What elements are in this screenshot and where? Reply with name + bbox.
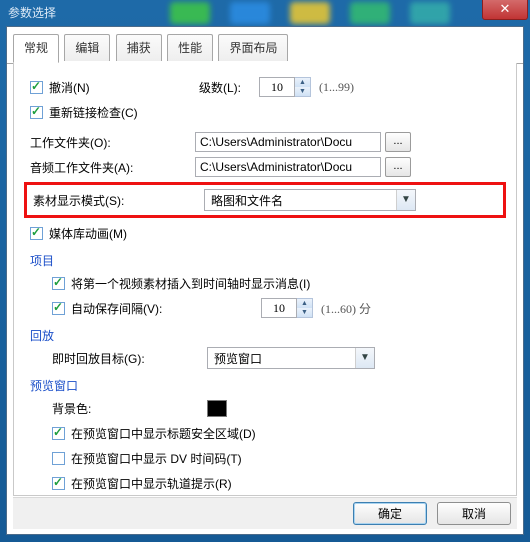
workdir-label: 工作文件夹(O): <box>30 134 195 151</box>
autosave-input[interactable] <box>261 298 297 318</box>
tab-perf[interactable]: 性能 <box>167 34 213 61</box>
levels-hint: (1...99) <box>319 80 354 95</box>
title-bar: 参数选择 <box>0 0 530 26</box>
autosave-hint: (1...60) 分 <box>321 300 371 317</box>
section-preview: 预览窗口 <box>30 377 500 394</box>
tab-strip: 常规 编辑 捕获 性能 界面布局 <box>7 27 523 64</box>
autosave-checkbox[interactable] <box>52 302 65 315</box>
playback-target-value: 预览窗口 <box>208 350 355 367</box>
media-anim-checkbox[interactable] <box>30 227 43 240</box>
autosave-spin-buttons[interactable]: ▲▼ <box>297 298 313 318</box>
tab-edit[interactable]: 编辑 <box>64 34 110 61</box>
relink-checkbox[interactable] <box>30 106 43 119</box>
chevron-down-icon: ▼ <box>396 190 415 210</box>
undo-checkbox[interactable] <box>30 81 43 94</box>
display-mode-select[interactable]: 略图和文件名 ▼ <box>204 189 416 211</box>
firstclip-checkbox[interactable] <box>52 277 65 290</box>
workdir-browse-button[interactable]: ... <box>385 132 411 152</box>
levels-label: 级数(L): <box>199 79 259 96</box>
section-playback: 回放 <box>30 327 500 344</box>
tab-general[interactable]: 常规 <box>13 34 59 63</box>
bgcolor-swatch[interactable] <box>207 400 227 417</box>
track-tip-checkbox[interactable] <box>52 477 65 490</box>
media-anim-label: 媒体库动画(M) <box>49 225 127 242</box>
button-bar: 确定 取消 <box>13 497 517 529</box>
workdir-input[interactable] <box>195 132 381 152</box>
firstclip-label: 将第一个视频素材插入到时间轴时显示消息(I) <box>71 275 310 292</box>
dialog-client: 常规 编辑 捕获 性能 界面布局 撤消(N) 级数(L): ▲▼ (1...99… <box>6 26 524 535</box>
relink-label: 重新链接检查(C) <box>49 104 138 121</box>
page-general: 撤消(N) 级数(L): ▲▼ (1...99) 重新链接检查(C) 工作文件夹… <box>13 63 517 496</box>
tab-capture[interactable]: 捕获 <box>116 34 162 61</box>
undo-label: 撤消(N) <box>49 79 199 96</box>
section-project: 项目 <box>30 252 500 269</box>
title-safe-checkbox[interactable] <box>52 427 65 440</box>
audiodir-browse-button[interactable]: ... <box>385 157 411 177</box>
playback-target-select[interactable]: 预览窗口 ▼ <box>207 347 375 369</box>
levels-spin-buttons[interactable]: ▲▼ <box>295 77 311 97</box>
audiodir-input[interactable] <box>195 157 381 177</box>
display-mode-label: 素材显示模式(S): <box>33 192 204 209</box>
autosave-spinner[interactable]: ▲▼ <box>261 298 313 318</box>
levels-spinner[interactable]: ▲▼ <box>259 77 311 97</box>
display-mode-value: 略图和文件名 <box>205 192 396 209</box>
close-button[interactable]: ✕ <box>482 0 528 20</box>
track-tip-label: 在预览窗口中显示轨道提示(R) <box>71 475 232 492</box>
levels-input[interactable] <box>259 77 295 97</box>
cancel-button[interactable]: 取消 <box>437 502 511 525</box>
highlight-box: 素材显示模式(S): 略图和文件名 ▼ <box>24 182 506 218</box>
audiodir-label: 音频工作文件夹(A): <box>30 159 195 176</box>
ok-button[interactable]: 确定 <box>353 502 427 525</box>
title-safe-label: 在预览窗口中显示标题安全区域(D) <box>71 425 256 442</box>
dv-tc-checkbox[interactable] <box>52 452 65 465</box>
window-title: 参数选择 <box>8 6 56 20</box>
bgcolor-label: 背景色: <box>52 400 207 417</box>
tab-layout[interactable]: 界面布局 <box>218 34 288 61</box>
autosave-label: 自动保存间隔(V): <box>71 300 261 317</box>
playback-target-label: 即时回放目标(G): <box>52 350 207 367</box>
dv-tc-label: 在预览窗口中显示 DV 时间码(T) <box>71 450 242 467</box>
chevron-down-icon: ▼ <box>355 348 374 368</box>
